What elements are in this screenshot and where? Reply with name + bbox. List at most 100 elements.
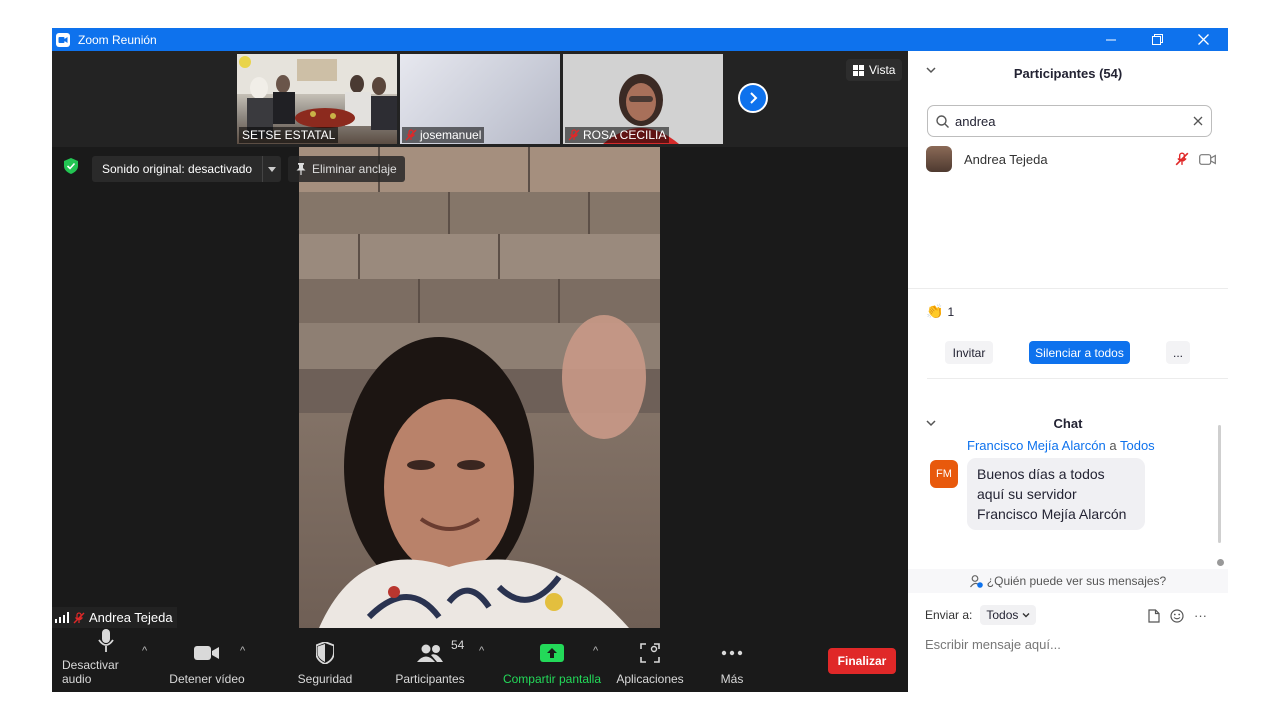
zoom-app-icon [56, 32, 70, 47]
thumbnail-josemanuel[interactable]: josemanuel [400, 54, 560, 144]
participants-title: Participantes (54) [1013, 65, 1123, 81]
reactions-count: 1 [947, 304, 955, 319]
thumbnail-setse-estatal[interactable]: SETSE ESTATAL [237, 54, 397, 144]
chat-scrollbar[interactable] [1218, 425, 1221, 543]
send-to-value: Todos [986, 608, 1019, 622]
participant-row[interactable]: Andrea Tejeda [926, 145, 1216, 173]
chevron-right-icon [750, 92, 758, 104]
speaker-name: Andrea Tejeda [89, 610, 173, 625]
share-screen-label: Compartir pantalla [502, 672, 602, 686]
video-camera-icon [1199, 153, 1216, 165]
thumbnail-name-tag: SETSE ESTATAL [239, 127, 339, 143]
title-bar: Zoom Reunión [52, 28, 1228, 51]
thumbnail-name-tag: ROSA CECILIA [565, 127, 670, 143]
stop-video-button[interactable]: Detener vídeo [166, 628, 248, 692]
original-sound-label: Sonido original: desactivado [92, 156, 264, 182]
share-options-caret-icon[interactable]: ^ [593, 645, 598, 657]
main-video [299, 147, 660, 628]
participants-count-badge: 54 [451, 638, 465, 652]
pin-icon [296, 163, 306, 175]
more-button[interactable]: Más [712, 628, 752, 692]
apps-button[interactable]: Aplicaciones [615, 628, 685, 692]
chat-tools: ··· [1148, 608, 1207, 623]
security-button[interactable]: Seguridad [292, 628, 358, 692]
restore-icon [1151, 34, 1163, 45]
more-dots-icon [721, 650, 743, 656]
message-recipient[interactable]: Todos [1120, 438, 1155, 453]
thumbnail-rosa-cecilia[interactable]: ROSA CECILIA [563, 54, 723, 144]
share-screen-icon [540, 644, 564, 662]
video-options-caret-icon[interactable]: ^ [240, 645, 245, 657]
unpin-label: Eliminar anclaje [312, 162, 397, 176]
apps-icon [640, 643, 660, 663]
message-sender[interactable]: Francisco Mejía Alarcón [967, 438, 1106, 453]
audio-options-caret-icon[interactable]: ^ [142, 645, 147, 657]
participants-search-input[interactable]: andrea [927, 105, 1212, 137]
message-connector: a [1109, 438, 1117, 453]
next-page-button[interactable] [738, 83, 768, 113]
send-to-dropdown[interactable]: Todos [980, 605, 1037, 625]
speaker-name-tag: Andrea Tejeda [52, 607, 177, 628]
message-line: aquí su servidor [977, 486, 1077, 502]
mute-audio-button[interactable]: Desactivar audio [62, 628, 150, 692]
unpin-button[interactable]: Eliminar anclaje [288, 156, 405, 182]
microphone-icon [98, 629, 114, 652]
share-screen-button[interactable]: Compartir pantalla [500, 628, 604, 692]
signal-strength-icon [55, 612, 69, 623]
message-line: Buenos días a todos [977, 466, 1105, 482]
invite-button[interactable]: Invitar [945, 341, 993, 364]
muted-mic-icon [1175, 152, 1189, 166]
who-can-see-label: ¿Quién puede ver sus mensajes? [986, 574, 1167, 588]
divider [908, 288, 1228, 289]
message-header: Francisco Mejía Alarcón a Todos [967, 438, 1155, 453]
message-bubble[interactable]: Buenos días a todos aquí su servidor Fra… [967, 458, 1145, 530]
participants-button[interactable]: 54 Participantes [392, 628, 468, 692]
thumbnail-name-tag: josemanuel [402, 127, 485, 143]
minimize-button[interactable] [1088, 28, 1134, 51]
send-to-row: Enviar a: Todos [925, 605, 1037, 625]
participants-label: Participantes [395, 672, 465, 686]
grid-view-icon [853, 64, 864, 76]
file-icon[interactable] [1148, 608, 1160, 623]
scroll-indicator [1217, 559, 1224, 566]
close-window-button[interactable] [1180, 28, 1226, 51]
side-panel: Participantes (54) andrea Andrea Tejeda … [908, 51, 1228, 692]
end-meeting-button[interactable]: Finalizar [828, 648, 896, 674]
shield-icon [316, 642, 334, 664]
participants-more-button[interactable]: ... [1166, 341, 1190, 364]
who-can-see-messages[interactable]: ¿Quién puede ver sus mensajes? [908, 569, 1228, 593]
view-button-label: Vista [869, 63, 896, 77]
muted-mic-icon [73, 611, 85, 623]
window-title: Zoom Reunión [78, 32, 157, 47]
participant-name: Andrea Tejeda [964, 151, 1048, 167]
emoji-icon[interactable] [1170, 608, 1184, 623]
caret-down-icon [268, 166, 277, 172]
clapping-hands-icon: 👏 [926, 303, 944, 319]
search-icon [936, 114, 949, 128]
chat-more-button[interactable]: ··· [1194, 608, 1207, 623]
mute-audio-label: Desactivar audio [62, 658, 119, 686]
avatar [926, 146, 952, 172]
muted-mic-icon [568, 129, 580, 141]
user-visibility-icon [969, 574, 983, 588]
message-line: Francisco Mejía Alarcón [977, 506, 1127, 522]
send-to-label: Enviar a: [925, 608, 973, 622]
avatar: FM [930, 460, 958, 488]
restore-button[interactable] [1134, 28, 1180, 51]
chat-message-input[interactable]: Escribir mensaje aquí... [925, 637, 1061, 652]
search-value: andrea [955, 113, 996, 129]
participants-options-caret-icon[interactable]: ^ [479, 645, 484, 657]
mute-all-button[interactable]: Silenciar a todos [1029, 341, 1130, 364]
original-sound-toggle[interactable]: Sonido original: desactivado [92, 156, 282, 182]
close-icon [1197, 34, 1209, 45]
clear-search-icon[interactable] [1193, 116, 1203, 126]
stop-video-label: Detener vídeo [169, 672, 245, 686]
zoom-window: Zoom Reunión SETSE ESTATAL josemanuel RO… [52, 28, 1228, 692]
speaker-video-image [299, 147, 660, 628]
thumbnail-name: ROSA CECILIA [583, 128, 667, 142]
view-button[interactable]: Vista [846, 59, 903, 81]
muted-mic-icon [405, 129, 417, 141]
meeting-area: SETSE ESTATAL josemanuel ROSA CECILIA Vi… [52, 51, 908, 692]
thumbnail-name: josemanuel [420, 128, 482, 142]
original-sound-dropdown[interactable] [263, 166, 281, 172]
